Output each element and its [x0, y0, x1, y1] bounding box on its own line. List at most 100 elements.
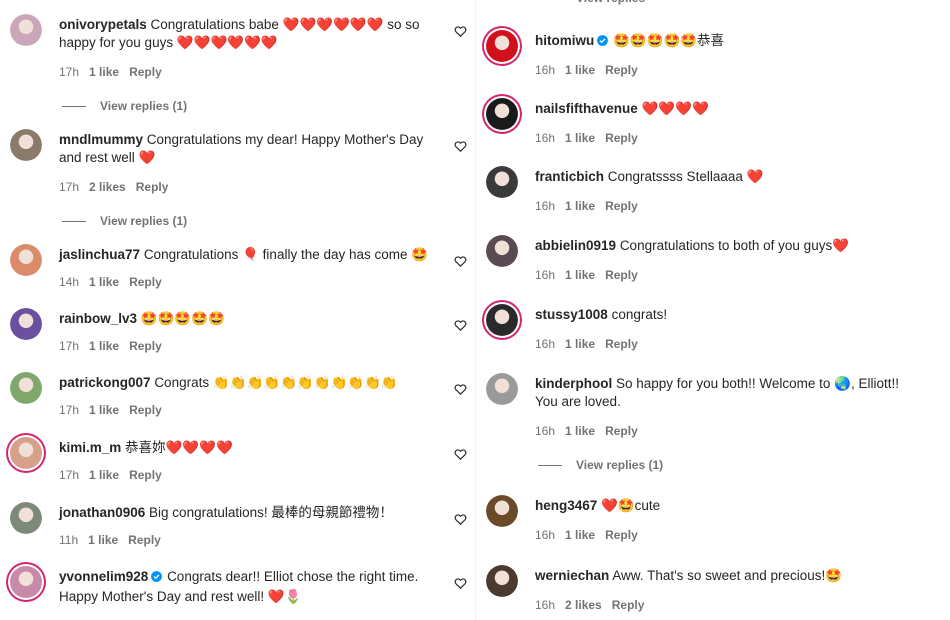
username-link[interactable]: onivorypetals — [59, 17, 147, 32]
like-heart-icon[interactable] — [453, 139, 467, 153]
reply-button[interactable]: Reply — [129, 275, 162, 289]
likes-count[interactable]: 1 like — [565, 131, 595, 145]
username-link[interactable]: kinderphool — [535, 376, 612, 391]
comment-body: jonathan0906 Big congratulations! 最棒的母親節… — [59, 504, 437, 522]
reply-button[interactable]: Reply — [136, 180, 169, 194]
likes-count[interactable]: 1 like — [565, 528, 595, 542]
username-link[interactable]: mndlmummy — [59, 132, 143, 147]
avatar[interactable] — [10, 129, 42, 161]
avatar[interactable] — [486, 373, 518, 405]
avatar[interactable] — [10, 437, 42, 469]
avatar[interactable] — [10, 502, 42, 534]
comment-body: nailsfifthavenue ❤️❤️❤️❤️ — [535, 100, 912, 118]
comment-column-left: onivorypetals Congratulations babe ❤️❤️❤… — [0, 0, 475, 620]
likes-count[interactable]: 1 like — [565, 337, 595, 351]
likes-count[interactable]: 1 like — [89, 468, 119, 482]
comment-text: Congratulations 🎈 finally the day has co… — [143, 247, 429, 262]
like-heart-icon[interactable] — [453, 24, 467, 38]
avatar[interactable] — [486, 98, 518, 130]
avatar[interactable] — [10, 308, 42, 340]
username-link[interactable]: abbielin0919 — [535, 238, 616, 253]
avatar[interactable] — [486, 565, 518, 597]
like-heart-icon[interactable] — [453, 254, 467, 268]
like-heart-icon[interactable] — [453, 576, 467, 590]
username-link[interactable]: rainbow_lv3 — [59, 311, 137, 326]
reply-button[interactable]: Reply — [129, 403, 162, 417]
likes-count[interactable]: 1 like — [565, 63, 595, 77]
avatar[interactable] — [10, 244, 42, 276]
comment-body: franticbich Congratssss Stellaaaa ❤️ — [535, 168, 912, 186]
username-link[interactable]: yvonnelim928 — [59, 569, 148, 584]
avatar[interactable] — [486, 495, 518, 527]
likes-count[interactable]: 1 like — [565, 199, 595, 213]
likes-count[interactable]: 2 likes — [565, 598, 602, 612]
comment-meta: 16h 1 like Reply — [535, 527, 648, 543]
reply-button[interactable]: Reply — [612, 598, 645, 612]
view-replies-button[interactable]: View replies — [576, 0, 645, 6]
reply-button[interactable]: Reply — [605, 131, 638, 145]
username-link[interactable]: patrickong007 — [59, 375, 151, 390]
likes-count[interactable]: 1 like — [565, 268, 595, 282]
comment-column-right: hitomiwu 🤩🤩🤩🤩🤩恭喜 16h 1 like Reply nailsfifth… — [475, 0, 950, 620]
like-heart-icon[interactable] — [453, 318, 467, 332]
reply-button[interactable]: Reply — [128, 533, 161, 547]
comment-meta: 16h 1 like Reply — [535, 130, 648, 146]
avatar[interactable] — [10, 372, 42, 404]
avatar[interactable] — [10, 14, 42, 46]
reply-button[interactable]: Reply — [605, 268, 638, 282]
reply-button[interactable]: Reply — [605, 63, 638, 77]
username-link[interactable]: hitomiwu — [535, 33, 594, 48]
reply-button[interactable]: Reply — [605, 528, 638, 542]
reply-button[interactable]: Reply — [129, 65, 162, 79]
timestamp: 16h — [535, 268, 556, 282]
comment-meta: 16h 1 like Reply — [535, 267, 648, 283]
username-link[interactable]: jaslinchua77 — [59, 247, 140, 262]
username-link[interactable]: nailsfifthavenue — [535, 101, 638, 116]
likes-count[interactable]: 1 like — [88, 533, 118, 547]
view-replies-button[interactable]: View replies (1) — [538, 457, 663, 473]
avatar[interactable] — [10, 566, 42, 598]
comment-meta: 17h 1 like Reply — [59, 64, 172, 80]
timestamp: 16h — [535, 131, 556, 145]
reply-button[interactable]: Reply — [129, 339, 162, 353]
avatar[interactable] — [486, 235, 518, 267]
reply-button[interactable]: Reply — [605, 199, 638, 213]
comment-body: abbielin0919 Congratulations to both of … — [535, 237, 912, 255]
likes-count[interactable]: 1 like — [89, 339, 119, 353]
comment-meta: 14h 1 like Reply — [59, 274, 172, 290]
avatar[interactable] — [486, 166, 518, 198]
timestamp: 16h — [535, 424, 556, 438]
likes-count[interactable]: 1 like — [89, 65, 119, 79]
like-heart-icon[interactable] — [453, 382, 467, 396]
view-replies-button[interactable]: View replies (1) — [62, 213, 187, 229]
comment-meta: 16h 1 like Reply — [535, 198, 648, 214]
comment-text: Congratulations to both of you guys❤️ — [619, 238, 850, 253]
like-heart-icon[interactable] — [453, 447, 467, 461]
timestamp: 16h — [535, 598, 556, 612]
view-replies-button[interactable]: View replies (1) — [62, 98, 187, 114]
comment-meta: 11h 1 like Reply — [59, 532, 171, 548]
likes-count[interactable]: 1 like — [565, 424, 595, 438]
likes-count[interactable]: 1 like — [89, 403, 119, 417]
comment-meta: 17h 2 likes Reply — [59, 179, 178, 195]
comment-text: congrats! — [611, 307, 668, 322]
comment-body: hitomiwu 🤩🤩🤩🤩🤩恭喜 — [535, 32, 912, 52]
username-link[interactable]: heng3467 — [535, 498, 597, 513]
reply-button[interactable]: Reply — [605, 424, 638, 438]
username-link[interactable]: kimi.m_m — [59, 440, 121, 455]
likes-count[interactable]: 1 like — [89, 275, 119, 289]
username-link[interactable]: stussy1008 — [535, 307, 608, 322]
like-heart-icon[interactable] — [453, 512, 467, 526]
username-link[interactable]: werniechan — [535, 568, 609, 583]
avatar[interactable] — [486, 30, 518, 62]
timestamp: 16h — [535, 528, 556, 542]
timestamp: 11h — [59, 533, 79, 547]
comment-text: Congrats 👏👏👏👏👏👏👏👏👏👏👏 — [154, 375, 398, 390]
reply-button[interactable]: Reply — [129, 468, 162, 482]
username-link[interactable]: franticbich — [535, 169, 604, 184]
likes-count[interactable]: 2 likes — [89, 180, 126, 194]
reply-button[interactable]: Reply — [605, 337, 638, 351]
comment-body: rainbow_lv3 🤩🤩🤩🤩🤩 — [59, 310, 437, 328]
username-link[interactable]: jonathan0906 — [59, 505, 145, 520]
avatar[interactable] — [486, 304, 518, 336]
